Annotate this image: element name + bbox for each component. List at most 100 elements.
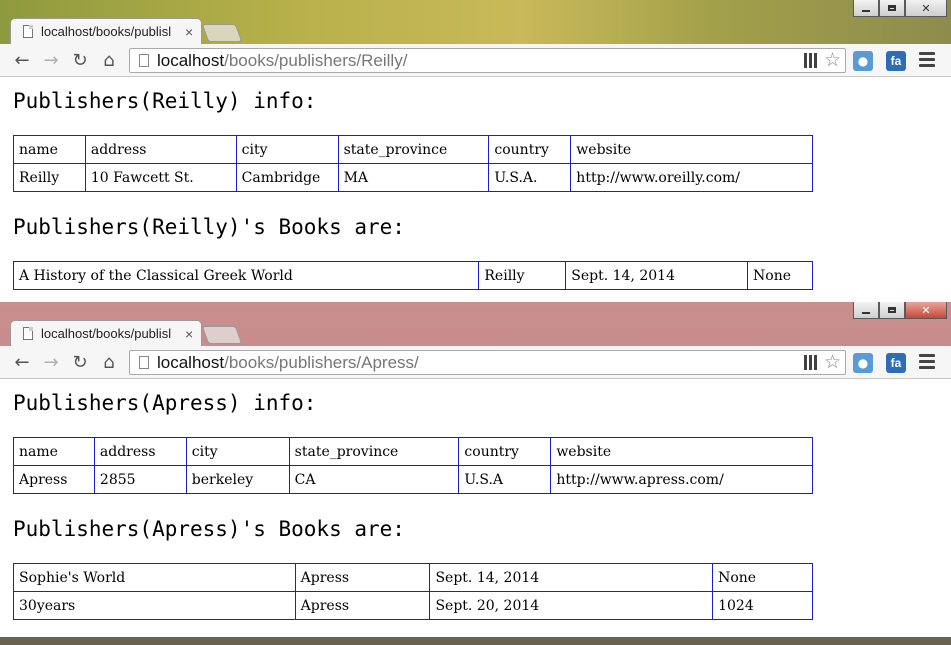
tab-strip: localhost/books/publisl × [0,18,951,44]
fa-extension-icon[interactable]: fa [886,51,906,71]
publisher-info-heading: Publishers(Apress) info: [13,391,317,415]
camera-icon[interactable]: ● [853,353,873,373]
table-cell: Reilly [13,163,86,192]
header-cell: name [13,135,86,164]
table-cell: 2855 [93,465,187,494]
page-icon [23,327,33,340]
address-bar[interactable]: localhost/books/publishers/Reilly/ ☆ [129,48,846,73]
minimize-button[interactable] [853,0,879,17]
table-cell: Sept. 14, 2014 [565,261,749,290]
browser-toolbar: ← → ↻ ⌂ localhost/books/publishers/Reill… [0,44,951,77]
publisher-info-heading: Publishers(Reilly) info: [13,89,317,113]
url-path: /books/publishers/Apress/ [224,352,419,372]
table-cell: CA [288,465,460,494]
browser-window-reilly: ✕ localhost/books/publisl × ← → ↻ ⌂ loca… [0,0,951,302]
home-icon[interactable]: ⌂ [98,351,120,373]
maximize-button[interactable] [879,0,905,17]
books-table: Sophie's World Apress Sept. 14, 2014 Non… [13,563,813,620]
table-cell: Cambridge [235,163,339,192]
minimize-button[interactable] [853,302,879,319]
address-bar[interactable]: localhost/books/publishers/Apress/ ☆ [129,350,846,375]
page-icon [139,356,149,369]
header-cell: website [570,135,813,164]
browser-tab[interactable]: localhost/books/publisl × [10,320,202,346]
table-cell: http://www.apress.com/ [550,465,813,494]
tab-strip: localhost/books/publisl × [0,320,951,346]
browser-tab[interactable]: localhost/books/publisl × [10,18,202,44]
close-window-button[interactable]: ✕ [905,302,947,319]
table-cell: A History of the Classical Greek World [12,261,480,290]
fa-extension-icon[interactable]: fa [886,353,906,373]
url-host: localhost [157,352,225,372]
browser-window-apress: ✕ localhost/books/publisl × ← → ↻ ⌂ loca… [0,302,951,645]
reload-icon[interactable]: ↻ [69,49,91,71]
header-cell: state_province [288,437,460,466]
header-cell: country [458,437,552,466]
table-cell: Apress [294,563,431,592]
publisher-info-table: name address city state_province country… [13,135,813,192]
url-path: /books/publishers/Reilly/ [224,50,408,70]
table-cell: MA [337,163,490,192]
table-row: Apress 2855 berkeley CA U.S.A http://www… [13,465,813,494]
table-header-row: name address city state_province country… [13,135,813,164]
window-caption-buttons: ✕ [853,302,947,319]
table-cell: Sept. 14, 2014 [429,563,714,592]
page-icon [23,25,33,38]
table-cell: U.S.A. [488,163,572,192]
star-icon[interactable]: ☆ [824,351,841,374]
table-cell: Apress [294,591,431,620]
window-bottom-edge [0,637,951,645]
table-cell: None [747,261,813,290]
arrow-right-icon[interactable]: → [40,49,62,71]
hamburger-menu-icon[interactable] [919,354,935,372]
tab-close-icon[interactable]: × [185,24,193,40]
table-row: Sophie's World Apress Sept. 14, 2014 Non… [13,563,813,592]
table-cell: Sophie's World [13,563,296,592]
table-cell: berkeley [185,465,290,494]
books-table: A History of the Classical Greek World R… [12,261,813,290]
table-cell: U.S.A [458,465,552,494]
hamburger-menu-icon[interactable] [919,52,935,70]
arrow-right-icon[interactable]: → [40,351,62,373]
books-heading: Publishers(Reilly)'s Books are: [13,215,405,239]
table-cell: Sept. 20, 2014 [429,591,714,620]
browser-toolbar: ← → ↻ ⌂ localhost/books/publishers/Apres… [0,346,951,379]
table-cell: 10 Fawcett St. [84,163,237,192]
header-cell: state_province [337,135,490,164]
arrow-left-icon[interactable]: ← [11,49,33,71]
books-heading: Publishers(Apress)'s Books are: [13,517,405,541]
page-content: Publishers(Apress) info: name address ci… [0,379,951,637]
table-cell: 30years [13,591,296,620]
table-cell: http://www.oreilly.com/ [570,163,813,192]
header-cell: address [84,135,237,164]
table-header-row: name address city state_province country… [13,437,813,466]
publisher-info-table: name address city state_province country… [13,437,813,494]
table-row: A History of the Classical Greek World R… [12,261,813,290]
header-cell: city [235,135,339,164]
camera-icon[interactable]: ● [853,51,873,71]
home-icon[interactable]: ⌂ [98,49,120,71]
table-cell: 1024 [712,591,813,620]
table-row: Reilly 10 Fawcett St. Cambridge MA U.S.A… [13,163,813,192]
page-content: Publishers(Reilly) info: name address ci… [0,77,951,302]
star-icon[interactable]: ☆ [824,49,841,72]
table-cell: None [712,563,813,592]
url-host: localhost [157,50,225,70]
header-cell: name [13,437,95,466]
new-tab-button[interactable] [201,326,243,344]
qr-code-icon[interactable] [804,355,819,370]
page-icon [139,54,149,67]
table-cell: Reilly [478,261,567,290]
header-cell: country [488,135,572,164]
new-tab-button[interactable] [201,24,243,42]
qr-code-icon[interactable] [804,53,819,68]
close-window-button[interactable]: ✕ [905,0,947,17]
tab-close-icon[interactable]: × [185,326,193,342]
header-cell: website [550,437,813,466]
reload-icon[interactable]: ↻ [69,351,91,373]
tab-title: localhost/books/publisl [41,24,172,39]
table-row: 30years Apress Sept. 20, 2014 1024 [13,591,813,620]
maximize-button[interactable] [879,302,905,319]
header-cell: city [185,437,290,466]
arrow-left-icon[interactable]: ← [11,351,33,373]
